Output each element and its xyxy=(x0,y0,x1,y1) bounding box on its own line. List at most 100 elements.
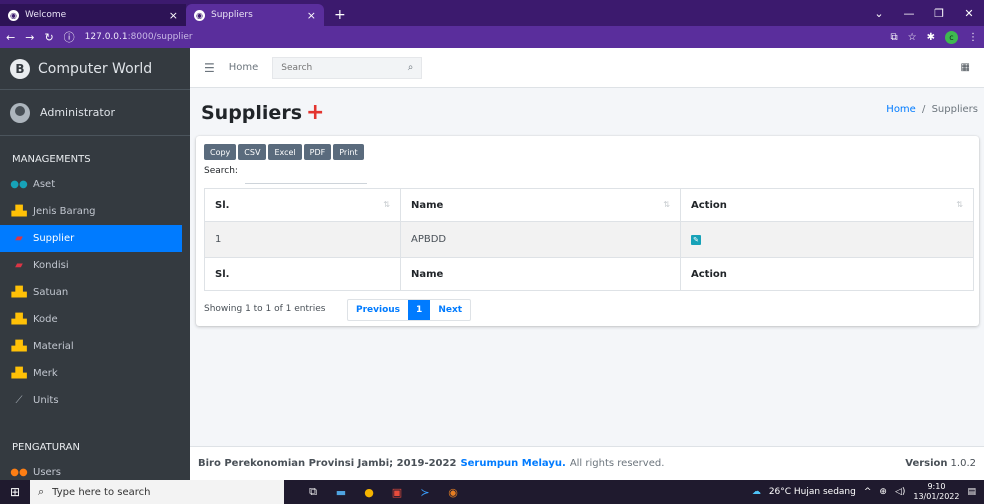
copy-button[interactable]: Copy xyxy=(204,144,237,160)
footer-copyright: Biro Perekonomian Provinsi Jambi; 2019-2… xyxy=(198,458,457,469)
nav-home-link[interactable]: Home xyxy=(229,62,259,73)
sidebar-item-satuan[interactable]: ▟▙ Satuan xyxy=(0,279,190,306)
system-tray: ☁ 26°C Hujan sedang ^ ⊕ ◁) 9:10 13/01/20… xyxy=(752,482,984,502)
forward-icon[interactable]: → xyxy=(25,31,34,44)
weather-text[interactable]: 26°C Hujan sedang xyxy=(769,487,856,497)
sitemap-icon: ▟▙ xyxy=(11,287,27,298)
pdf-button[interactable]: PDF xyxy=(303,144,332,160)
tab-search-icon[interactable]: ⌄ xyxy=(864,7,894,20)
chrome-app-icon[interactable]: ● xyxy=(360,483,378,501)
cell-name: APBDD xyxy=(400,221,681,258)
menu-dots-icon[interactable]: ⋮ xyxy=(968,32,978,43)
tray-chevron-icon[interactable]: ^ xyxy=(864,487,872,497)
browser-tabbar: ◉ Welcome × ◉ Suppliers × + ⌄ — ❐ ✕ xyxy=(0,0,984,26)
top-navbar: ☰ Home ⌕ ▦ xyxy=(190,48,984,88)
info-icon: ⓘ xyxy=(63,31,75,44)
pagination-previous[interactable]: Previous xyxy=(348,300,408,320)
windows-start-icon[interactable]: ⊞ xyxy=(0,485,30,499)
restore-icon[interactable]: ❐ xyxy=(924,7,954,20)
taskbar-apps: ⧉ ▬ ● ▣ ≻ ◉ xyxy=(304,483,462,501)
search-icon: ⌕ xyxy=(38,485,45,498)
sidebar-item-kondisi[interactable]: ▰ Kondisi xyxy=(0,252,190,279)
sidebar-item-aset[interactable]: ●● Aset xyxy=(0,171,190,198)
hamburger-icon[interactable]: ☰ xyxy=(204,61,215,75)
sidebar-item-kode[interactable]: ▟▙ Kode xyxy=(0,306,190,333)
profile-avatar[interactable]: c xyxy=(945,30,958,44)
ruler-icon: ⟋ xyxy=(15,395,23,406)
vscode-icon[interactable]: ≻ xyxy=(416,483,434,501)
sidebar-item-label: Kode xyxy=(33,314,58,325)
app-icon[interactable]: ▣ xyxy=(388,483,406,501)
new-tab-icon[interactable]: + xyxy=(324,4,356,26)
sort-icon: ⇅ xyxy=(383,199,390,209)
pagination-next[interactable]: Next xyxy=(430,300,470,320)
column-header-name[interactable]: Name ⇅ xyxy=(400,188,681,222)
edit-icon[interactable]: ✎ xyxy=(691,235,701,245)
footer-cell-name: Name xyxy=(400,257,681,291)
column-header-action[interactable]: Action ⇅ xyxy=(680,188,974,222)
version-number: 1.0.2 xyxy=(950,458,976,469)
os-taskbar: ⊞ ⌕ Type here to search ⧉ ▬ ● ▣ ≻ ◉ ☁ 26… xyxy=(0,480,984,504)
file-explorer-icon[interactable]: ▬ xyxy=(332,483,350,501)
pagination-page-1[interactable]: 1 xyxy=(408,300,431,320)
fullscreen-grid-icon[interactable]: ▦ xyxy=(961,62,970,73)
column-header-label: Sl. xyxy=(215,199,230,211)
suppliers-table: Sl. ⇅ Name ⇅ Action ⇅ 1 APBDD ✎ Sl. Name Ac… xyxy=(204,188,974,291)
section-header-managements: MANAGEMENTS xyxy=(12,154,91,165)
truck-icon: ▰ xyxy=(15,233,23,244)
notification-icon[interactable]: ▤ xyxy=(967,487,976,497)
breadcrumb-separator: / xyxy=(922,104,926,115)
user-panel[interactable]: Administrator xyxy=(0,90,190,136)
search-icon[interactable]: ⌕ xyxy=(408,62,414,73)
section-header-pengaturan: PENGATURAN xyxy=(12,442,80,453)
cell-action: ✎ xyxy=(680,221,974,258)
volume-icon[interactable]: ◁) xyxy=(895,487,905,497)
close-tab-icon[interactable]: × xyxy=(307,9,316,22)
sidebar-item-merk[interactable]: ▟▙ Merk xyxy=(0,360,190,387)
tab-title: Suppliers xyxy=(211,10,253,20)
sidebar-item-label: Aset xyxy=(33,179,56,190)
print-button[interactable]: Print xyxy=(333,144,364,160)
taskbar-search-placeholder: Type here to search xyxy=(52,486,151,498)
footer-link[interactable]: Serumpun Melayu. xyxy=(460,458,565,469)
close-tab-icon[interactable]: × xyxy=(169,9,178,22)
sidebar-item-label: Material xyxy=(33,341,74,352)
column-header-sl[interactable]: Sl. ⇅ xyxy=(204,188,401,222)
footer-rights: All rights reserved. xyxy=(569,458,665,469)
footer-version: Version 1.0.2 xyxy=(905,458,976,469)
sidebar-item-jenis-barang[interactable]: ▟▙ Jenis Barang xyxy=(0,198,190,225)
back-icon[interactable]: ← xyxy=(6,31,15,44)
table-search-input[interactable] xyxy=(245,168,367,184)
reload-icon[interactable]: ↻ xyxy=(44,31,53,44)
sidebar-item-label: Units xyxy=(33,395,59,406)
bookmark-star-icon[interactable]: ☆ xyxy=(908,32,917,43)
users-icon: ●● xyxy=(10,467,28,478)
clock[interactable]: 9:10 13/01/2022 xyxy=(913,482,959,502)
csv-button[interactable]: CSV xyxy=(238,144,267,160)
url-field[interactable]: 127.0.0.1:8000/supplier xyxy=(85,32,193,42)
sidebar-item-material[interactable]: ▟▙ Material xyxy=(0,333,190,360)
minimize-icon[interactable]: — xyxy=(894,7,924,20)
share-icon[interactable]: ⧉ xyxy=(891,32,898,43)
footer-cell-sl: Sl. xyxy=(204,257,401,291)
task-view-icon[interactable]: ⧉ xyxy=(304,483,322,501)
taskbar-search[interactable]: ⌕ Type here to search xyxy=(30,480,284,504)
chrome-canary-icon[interactable]: ◉ xyxy=(444,483,462,501)
sidebar-item-supplier[interactable]: ▰ Supplier xyxy=(0,225,182,252)
breadcrumb-current: Suppliers xyxy=(931,104,978,115)
sidebar-item-users[interactable]: ●● Users xyxy=(0,459,190,480)
excel-button[interactable]: Excel xyxy=(268,144,302,160)
breadcrumb-home[interactable]: Home xyxy=(886,104,916,115)
tab-suppliers[interactable]: ◉ Suppliers × xyxy=(186,4,324,26)
column-header-label: Name xyxy=(411,199,444,211)
page-footer: Biro Perekonomian Provinsi Jambi; 2019-2… xyxy=(190,446,984,480)
extensions-icon[interactable]: ✱ xyxy=(927,32,935,43)
search-input[interactable] xyxy=(281,62,382,73)
network-icon[interactable]: ⊕ xyxy=(879,487,887,497)
sidebar-item-units[interactable]: ⟋ Units xyxy=(0,387,190,414)
close-window-icon[interactable]: ✕ xyxy=(954,7,984,20)
brand-link[interactable]: B Computer World xyxy=(0,48,190,90)
chrome-icon: ◉ xyxy=(194,9,205,21)
add-supplier-icon[interactable]: + xyxy=(306,100,324,125)
tab-welcome[interactable]: ◉ Welcome × xyxy=(0,4,186,26)
